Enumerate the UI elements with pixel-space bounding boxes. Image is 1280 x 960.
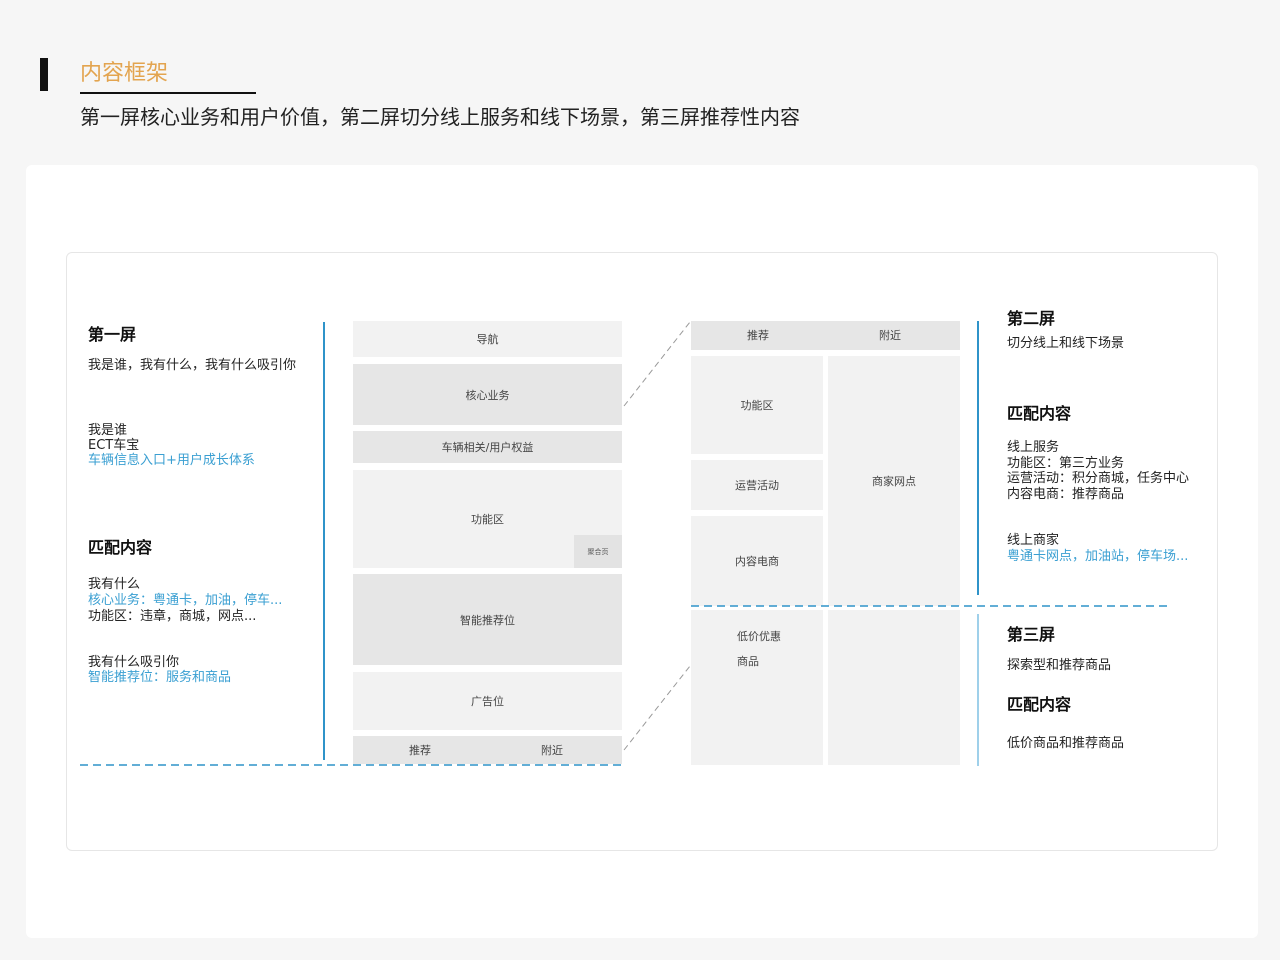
- connector-lines: [80, 321, 1168, 766]
- zoom-connector-bottom: [623, 665, 691, 751]
- zoom-connector-top: [623, 321, 691, 407]
